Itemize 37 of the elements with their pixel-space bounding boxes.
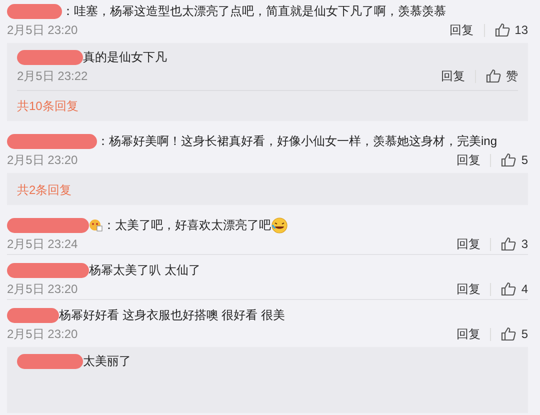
thumbs-up-icon bbox=[501, 327, 516, 341]
comment-text: ：哇塞，杨幂这造型也太漂亮了点吧，简直就是仙女下凡了啊，羡慕羡慕 bbox=[62, 3, 446, 20]
comment-time: 2月5日 23:20 bbox=[7, 281, 78, 298]
comment-text: 杨幂太美了叭 太仙了 bbox=[89, 262, 200, 279]
thumbs-up-icon bbox=[486, 69, 501, 83]
like-button[interactable]: 3 bbox=[501, 235, 528, 253]
comment-time: 2月5日 23:20 bbox=[7, 152, 78, 169]
comment-text: 杨幂好好看 这身衣服也好搭噢 很好看 很美 bbox=[59, 307, 286, 324]
like-button[interactable]: 4 bbox=[501, 280, 528, 298]
like-button[interactable]: 5 bbox=[501, 151, 528, 169]
redaction-mark bbox=[7, 4, 62, 18]
emoji-icon bbox=[89, 218, 103, 232]
like-button[interactable]: 赞 bbox=[486, 67, 518, 85]
thumbs-up-icon bbox=[501, 153, 516, 167]
reply-button[interactable]: 回复 bbox=[450, 21, 474, 39]
reply-button[interactable]: 回复 bbox=[456, 280, 480, 298]
comment-time: 2月5日 23:22 bbox=[17, 68, 88, 85]
comment-time: 2月5日 23:20 bbox=[7, 326, 78, 343]
comment-text: 太美丽了 bbox=[83, 353, 131, 370]
comment-text: ：杨幂好美啊！这身长裙真好看，好像小仙女一样，羡慕她这身材，完美ing bbox=[97, 133, 498, 150]
like-button[interactable]: 13 bbox=[494, 21, 528, 39]
redaction-mark bbox=[17, 354, 83, 368]
thumbs-up-icon bbox=[501, 237, 516, 251]
redaction-mark bbox=[7, 308, 59, 322]
reply-button[interactable]: 回复 bbox=[441, 67, 465, 85]
comment-text: ：太美了吧，好喜欢太漂亮了吧 bbox=[103, 217, 271, 234]
comment-text: 真的是仙女下凡 bbox=[83, 49, 167, 66]
comment-time: 2月5日 23:24 bbox=[7, 236, 78, 253]
reply-button[interactable]: 回复 bbox=[456, 235, 480, 253]
like-button[interactable]: 5 bbox=[501, 325, 528, 343]
thumbs-up-icon bbox=[494, 23, 510, 37]
comment-time: 2月5日 23:20 bbox=[7, 22, 78, 39]
thumbs-up-icon bbox=[501, 282, 516, 296]
reply-button[interactable]: 回复 bbox=[456, 325, 480, 343]
redaction-mark bbox=[17, 50, 83, 64]
laughing-emoji-icon bbox=[271, 216, 288, 234]
reply-button[interactable]: 回复 bbox=[456, 151, 480, 169]
